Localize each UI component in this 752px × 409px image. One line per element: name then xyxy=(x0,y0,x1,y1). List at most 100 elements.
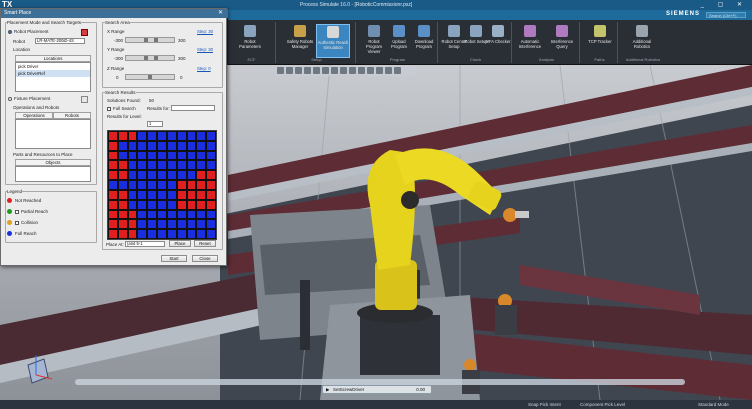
close-icon[interactable]: ✕ xyxy=(218,9,223,18)
reach-cell[interactable] xyxy=(127,131,138,141)
reach-cell[interactable] xyxy=(166,140,177,151)
play-icon[interactable]: ▶ xyxy=(326,386,329,393)
reach-cell[interactable] xyxy=(137,160,148,171)
reach-cell[interactable] xyxy=(117,229,128,239)
robot-parameters-button[interactable]: Robot Parameters xyxy=(236,25,264,49)
reach-cell[interactable] xyxy=(147,140,158,151)
reach-cell[interactable] xyxy=(147,219,158,230)
reach-cell[interactable] xyxy=(206,219,216,230)
reach-cell[interactable] xyxy=(176,150,187,161)
zoom-icon[interactable] xyxy=(277,67,284,74)
reach-cell[interactable] xyxy=(147,209,158,220)
reach-cell[interactable] xyxy=(117,131,128,141)
operations-list[interactable] xyxy=(15,119,91,149)
locations-list[interactable]: pick Driver pick DriverRef xyxy=(15,62,91,92)
reach-cell[interactable] xyxy=(196,219,207,230)
reach-cell[interactable] xyxy=(108,131,118,141)
reach-cell[interactable] xyxy=(137,180,148,190)
reach-cell[interactable] xyxy=(117,170,128,181)
reach-cell[interactable] xyxy=(206,140,216,151)
reach-cell[interactable] xyxy=(176,131,187,141)
reach-cell[interactable] xyxy=(176,180,187,190)
reach-cell[interactable] xyxy=(117,160,128,171)
reach-cell[interactable] xyxy=(108,150,118,161)
reach-cell[interactable] xyxy=(206,189,216,200)
camera-icon[interactable] xyxy=(394,67,401,74)
start-button[interactable]: Start xyxy=(161,255,187,262)
playback-bar[interactable]: ▶ SetScrewDriver 0.00 xyxy=(322,385,432,394)
download-program-button[interactable]: Download Program xyxy=(410,25,438,49)
additional-robotics-button[interactable]: Additional Robotics xyxy=(628,25,656,49)
locations-header[interactable]: Locations xyxy=(15,55,91,62)
y-step-link[interactable]: Step: 30 xyxy=(197,47,213,52)
reach-cell[interactable] xyxy=(196,229,207,239)
reach-cell[interactable] xyxy=(186,170,197,181)
reach-cell[interactable] xyxy=(127,189,138,200)
robot-field[interactable]: LR-MATE-200iD-4S xyxy=(35,38,85,44)
reach-cell[interactable] xyxy=(206,209,216,220)
reach-cell[interactable] xyxy=(147,229,158,239)
list-item[interactable]: pick Driver xyxy=(16,63,90,70)
reach-cell[interactable] xyxy=(108,170,118,181)
reach-cell[interactable] xyxy=(147,160,158,171)
reach-cell[interactable] xyxy=(127,160,138,171)
reach-cell[interactable] xyxy=(157,229,167,239)
reach-cell[interactable] xyxy=(147,189,158,200)
upload-program-button[interactable]: Upload Program xyxy=(385,25,413,49)
light-icon[interactable] xyxy=(385,67,392,74)
reach-cell[interactable] xyxy=(196,180,207,190)
reach-cell[interactable] xyxy=(137,140,148,151)
reach-cell[interactable] xyxy=(166,209,177,220)
reach-cell[interactable] xyxy=(137,209,148,220)
reach-cell[interactable] xyxy=(137,170,148,181)
x-range-slider[interactable] xyxy=(125,37,175,43)
reach-cell[interactable] xyxy=(196,150,207,161)
reach-cell[interactable] xyxy=(147,131,158,141)
reach-cell[interactable] xyxy=(108,229,118,239)
reach-cell[interactable] xyxy=(206,131,216,141)
reach-cell[interactable] xyxy=(196,209,207,220)
reach-grid[interactable] xyxy=(107,130,217,240)
reset-button[interactable]: Reset xyxy=(194,240,216,247)
filter-icon[interactable] xyxy=(367,67,374,74)
reach-cell[interactable] xyxy=(166,160,177,171)
render-icon[interactable] xyxy=(322,67,329,74)
reach-cell[interactable] xyxy=(206,170,216,181)
x-step-link[interactable]: Step: 30 xyxy=(197,29,213,34)
tcp-tracker-button[interactable]: TCP Tracker xyxy=(586,25,614,44)
reach-cell[interactable] xyxy=(117,209,128,220)
reach-cell[interactable] xyxy=(108,219,118,230)
select-icon[interactable] xyxy=(349,67,356,74)
search-input[interactable]: Search (Ctrl+F) xyxy=(706,12,746,18)
reach-cell[interactable] xyxy=(166,180,177,190)
automatic-interference-button[interactable]: Automatic Interference xyxy=(516,25,544,49)
robot-program-viewer-button[interactable]: Robot Program Viewer xyxy=(360,25,388,54)
reach-cell[interactable] xyxy=(186,189,197,200)
reach-cell[interactable] xyxy=(176,170,187,181)
reach-cell[interactable] xyxy=(127,170,138,181)
reach-cell[interactable] xyxy=(186,150,197,161)
reach-cell[interactable] xyxy=(157,189,167,200)
reach-cell[interactable] xyxy=(186,131,197,141)
pick-fixture-icon[interactable] xyxy=(81,96,88,103)
reach-cell[interactable] xyxy=(127,180,138,190)
reach-cell[interactable] xyxy=(137,131,148,141)
reach-cell[interactable] xyxy=(196,160,207,171)
reach-cell[interactable] xyxy=(186,180,197,190)
reach-cell[interactable] xyxy=(117,180,128,190)
close-button[interactable]: Close xyxy=(192,255,218,262)
reach-cell[interactable] xyxy=(157,170,167,181)
objects-list[interactable] xyxy=(15,166,91,182)
results-level-field[interactable]: 1 xyxy=(147,121,163,127)
reach-cell[interactable] xyxy=(166,219,177,230)
reach-cell[interactable] xyxy=(127,219,138,230)
reach-cell[interactable] xyxy=(196,170,207,181)
col-robots[interactable]: Robots xyxy=(53,112,91,119)
reach-cell[interactable] xyxy=(196,131,207,141)
robot-placement-radio[interactable]: Robot Placement xyxy=(8,29,49,34)
reach-cell[interactable] xyxy=(186,229,197,239)
reach-cell[interactable] xyxy=(108,209,118,220)
status-component[interactable]: Component Pick Level xyxy=(580,402,625,407)
reach-cell[interactable] xyxy=(127,140,138,151)
reach-cell[interactable] xyxy=(127,229,138,239)
